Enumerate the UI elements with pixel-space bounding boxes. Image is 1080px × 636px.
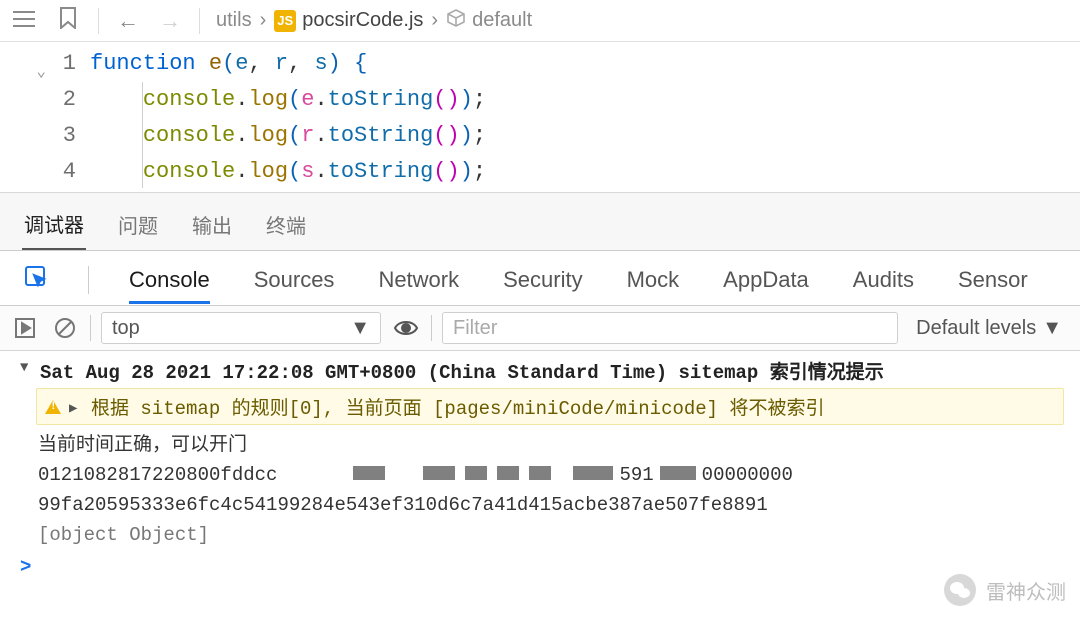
code-content[interactable]: function e(e, r, s) { console.log(e.toSt… <box>90 42 1080 192</box>
log-warning-text: 根据 sitemap 的规则[0], 当前页面 [pages/miniCode/… <box>91 393 824 420</box>
separator <box>431 315 432 341</box>
redacted-segment <box>353 466 613 480</box>
line-gutter: 1⌄234 <box>0 42 90 192</box>
line-number: 1⌄ <box>0 46 90 82</box>
wechat-icon <box>944 574 976 606</box>
log-warning[interactable]: ▶ 根据 sitemap 的规则[0], 当前页面 [pages/miniCod… <box>36 388 1064 425</box>
bookmark-icon[interactable] <box>54 7 82 35</box>
log-line: [object Object] <box>16 520 1064 550</box>
cube-icon <box>446 8 466 34</box>
devtools-tab-console[interactable]: Console <box>129 267 210 293</box>
log-line: 0121082817220800fddcc 591 00000000 <box>16 460 1064 490</box>
warning-icon <box>45 400 61 414</box>
crumb-file-label: pocsirCode.js <box>302 9 423 32</box>
watermark-text: 雷神众测 <box>986 576 1066 605</box>
console-prompt[interactable]: > <box>16 550 1064 584</box>
nav-forward-icon[interactable]: → <box>157 8 183 34</box>
crumb-symbol-label: default <box>472 9 532 32</box>
log-text: [object Object] <box>38 524 209 546</box>
chevron-down-icon: ▼ <box>1042 317 1062 340</box>
toolbar-separator <box>199 8 200 34</box>
play-in-box-icon[interactable] <box>10 313 40 343</box>
devtools-tab-sources[interactable]: Sources <box>254 267 335 293</box>
chevron-down-icon: ▼ <box>350 317 370 340</box>
crumb-folder[interactable]: utils <box>216 9 252 32</box>
console-log-area[interactable]: ▼ Sat Aug 28 2021 17:22:08 GMT+0800 (Chi… <box>0 351 1080 592</box>
zh-tab-1[interactable]: 问题 <box>116 204 160 249</box>
chevron-right-icon[interactable]: ▶ <box>69 400 83 417</box>
log-text: 00000000 <box>702 464 793 486</box>
execution-context-dropdown[interactable]: top ▼ <box>101 312 381 344</box>
log-header-text: Sat Aug 28 2021 17:22:08 GMT+0800 (China… <box>40 357 884 384</box>
editor-toolbar: ← → utils › JS pocsirCode.js › default <box>0 0 1080 42</box>
devtools-tab-audits[interactable]: Audits <box>853 267 914 293</box>
log-group-header[interactable]: ▼ Sat Aug 28 2021 17:22:08 GMT+0800 (Chi… <box>16 353 1064 388</box>
log-text: 当前时间正确，可以开门 <box>38 429 247 456</box>
prompt-icon: > <box>20 556 31 578</box>
redacted-segment <box>660 466 696 480</box>
clear-console-icon[interactable] <box>50 313 80 343</box>
separator <box>90 315 91 341</box>
eye-icon[interactable] <box>391 313 421 343</box>
filter-input[interactable]: Filter <box>442 312 898 344</box>
code-editor[interactable]: 1⌄234 function e(e, r, s) { console.log(… <box>0 42 1080 192</box>
context-label: top <box>112 317 140 340</box>
js-file-icon: JS <box>274 10 296 32</box>
devtools-tab-appdata[interactable]: AppData <box>723 267 809 293</box>
log-level-dropdown[interactable]: Default levels ▼ <box>908 317 1070 340</box>
menu-icon[interactable] <box>10 8 38 34</box>
watermark: 雷神众测 <box>944 574 1066 606</box>
code-line[interactable]: console.log(s.toString()); <box>90 154 1080 190</box>
devtools-tabbar: Console Sources Network Security Mock AppData… <box>0 250 1080 306</box>
zh-tab-0[interactable]: 调试器 <box>22 203 86 250</box>
zh-tab-2[interactable]: 输出 <box>190 204 234 249</box>
chevron-right-icon: › <box>260 9 267 32</box>
log-text: 0121082817220800fddcc <box>38 464 277 486</box>
log-text: 99fa20595333e6fc4c54199284e543ef310d6c7a… <box>38 494 768 516</box>
nav-back-icon[interactable]: ← <box>115 8 141 34</box>
line-number: 2 <box>0 82 90 118</box>
console-toolbar: top ▼ Filter Default levels ▼ <box>0 306 1080 351</box>
separator <box>88 266 89 294</box>
code-line[interactable]: function e(e, r, s) { <box>90 46 1080 82</box>
chevron-right-icon: › <box>431 9 438 32</box>
line-number: 3 <box>0 118 90 154</box>
toolbar-separator <box>98 8 99 34</box>
log-line: 99fa20595333e6fc4c54199284e543ef310d6c7a… <box>16 490 1064 520</box>
devtools-tab-sensor[interactable]: Sensor <box>958 267 1028 293</box>
crumb-folder-label: utils <box>216 9 252 32</box>
crumb-file[interactable]: JS pocsirCode.js <box>274 9 423 32</box>
zh-tab-3[interactable]: 终端 <box>264 204 308 249</box>
levels-label: Default levels <box>916 317 1036 340</box>
devtools-tab-network[interactable]: Network <box>378 267 459 293</box>
code-line[interactable]: console.log(e.toString()); <box>90 82 1080 118</box>
chevron-down-icon[interactable]: ▼ <box>20 360 34 376</box>
indent-guide <box>142 82 143 188</box>
zh-panel-tabs: 调试器问题输出终端 <box>0 192 1080 250</box>
log-line: 当前时间正确，可以开门 <box>16 425 1064 460</box>
inspect-icon[interactable] <box>24 265 48 295</box>
crumb-symbol[interactable]: default <box>446 8 532 34</box>
devtools-tab-security[interactable]: Security <box>503 267 582 293</box>
log-text: 591 <box>619 464 653 486</box>
filter-placeholder: Filter <box>453 317 497 340</box>
devtools-tab-mock[interactable]: Mock <box>627 267 680 293</box>
line-number: 4 <box>0 154 90 190</box>
breadcrumb: utils › JS pocsirCode.js › default <box>216 8 532 34</box>
code-line[interactable]: console.log(r.toString()); <box>90 118 1080 154</box>
